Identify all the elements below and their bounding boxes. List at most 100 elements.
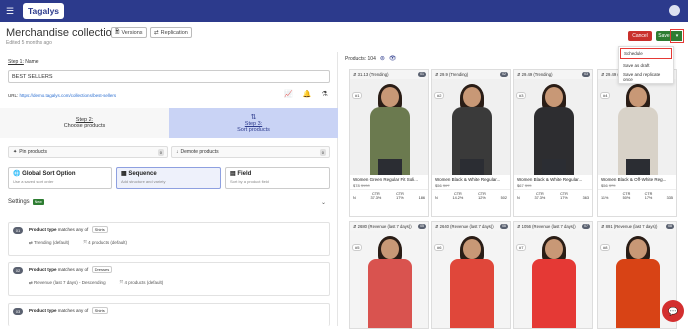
product-image: #6 bbox=[432, 231, 510, 328]
user-avatar-icon[interactable] bbox=[669, 5, 680, 16]
steps-tabs: Step 2: Choose products ⇅ Step 3: Sort prod… bbox=[0, 108, 338, 138]
preview-icon[interactable]: ⊚ bbox=[380, 55, 385, 62]
demote-count: 0 bbox=[319, 149, 326, 156]
url-actions: 📈 🔔 ⚗ bbox=[284, 90, 328, 98]
globe-icon: 🌐 bbox=[13, 171, 21, 177]
demote-icon: ↓ bbox=[176, 149, 179, 155]
product-stats: N CTR 37.3% CTR 17% 186 bbox=[350, 189, 428, 202]
product-name: Women Black & White Regular... bbox=[435, 177, 501, 182]
product-stats: 11% CTR 50% CTR 17% 335 bbox=[598, 189, 676, 202]
field-icon: ▤ bbox=[230, 171, 236, 177]
edited-timestamp: Edited 5 months ago bbox=[6, 40, 52, 46]
pin-icon: ✦ bbox=[13, 149, 18, 155]
product-score: ⇵ 2680 (Revenue (last 7 days)) 05 bbox=[350, 222, 428, 231]
versions-button[interactable]: 🗎 Versions bbox=[111, 27, 147, 38]
demote-products-button[interactable]: ↓ Demote products 0 bbox=[171, 146, 330, 158]
chat-support-icon[interactable]: 💬 bbox=[662, 300, 684, 322]
chevron-down-icon[interactable]: ⌄ bbox=[321, 199, 326, 206]
product-position-badge: 01 bbox=[418, 71, 426, 77]
rank-badge: #7 bbox=[516, 244, 527, 251]
product-position-badge: 05 bbox=[418, 223, 426, 229]
save-options-dropdown-button[interactable]: ▾ bbox=[670, 29, 684, 43]
menu-item-save-as-draft[interactable]: Save as draft bbox=[619, 60, 673, 71]
option-global-sort[interactable]: 🌐 Global Sort Option Use a saved sort ord… bbox=[8, 167, 112, 189]
settings-section-header[interactable]: Settings New ⌄ bbox=[8, 199, 330, 206]
product-position-badge: 07 bbox=[582, 223, 590, 229]
product-stats: N CTR 14.2% CTR 12% 502 bbox=[432, 189, 510, 202]
product-image: #5 bbox=[350, 231, 428, 328]
rank-badge: #1 bbox=[352, 92, 363, 99]
tab-choose-products[interactable]: Step 2: Choose products bbox=[0, 108, 169, 138]
option-sequence[interactable]: ▦ Sequence Add structure and variety bbox=[116, 167, 221, 189]
step1-label: Step 1: Name bbox=[8, 59, 39, 65]
product-score: ⇵ 31.13 (Trending) 01 bbox=[350, 70, 428, 79]
product-position-badge: 06 bbox=[500, 223, 508, 229]
versions-icon: 🗎 bbox=[115, 29, 120, 35]
product-card[interactable]: ⇵ 1056 (Revenue (last 7 days)) 07 #7 bbox=[513, 221, 593, 329]
product-image: #3 bbox=[514, 79, 592, 175]
rank-badge: #3 bbox=[516, 92, 527, 99]
replication-button[interactable]: ⇄ Replication bbox=[150, 27, 192, 38]
save-options-menu: Schedule Save as draft Save and replicat… bbox=[618, 46, 674, 84]
product-position-badge: 02 bbox=[500, 71, 508, 77]
tagalys-logo[interactable]: Tagalys bbox=[23, 3, 65, 19]
notification-icon[interactable]: 🔔 bbox=[303, 90, 312, 98]
page-title: Merchandise collection bbox=[6, 27, 118, 39]
sequence-rule[interactable]: 02 Product type matches any of Dresses ⇄… bbox=[8, 262, 330, 296]
products-header: Products: 104 ⊚ 👁 bbox=[345, 55, 397, 63]
product-image: #2 bbox=[432, 79, 510, 175]
product-position-badge: 08 bbox=[666, 223, 674, 229]
lab-icon[interactable]: ⚗ bbox=[321, 90, 327, 98]
product-card[interactable]: ⇵ 29.9 (Trending) 02 #2 Women Black & Whi… bbox=[431, 69, 511, 217]
collection-url-link[interactable]: https://demo.tagalys.com/collections/bes… bbox=[20, 93, 117, 98]
save-button[interactable]: Save bbox=[656, 31, 672, 41]
product-score: ⇵ 1056 (Revenue (last 7 days)) 07 bbox=[514, 222, 592, 231]
sequence-icon: ▦ bbox=[121, 171, 127, 177]
product-card[interactable]: ⇵ 29.49 (Trending)04 #4 Women Black & Of… bbox=[597, 69, 677, 217]
rank-badge: #8 bbox=[600, 244, 611, 251]
sequence-rule[interactable]: 01 Product type matches any of Shirts ⇄ … bbox=[8, 222, 330, 256]
product-score: ⇵ 891 (Revenue (last 7 days)) 08 bbox=[598, 222, 676, 231]
pin-products-button[interactable]: ✦ Pin products 0 bbox=[8, 146, 168, 158]
rank-badge: #2 bbox=[434, 92, 445, 99]
option-field[interactable]: ▤ Field Sort by a product field bbox=[225, 167, 330, 189]
tab-sort-products[interactable]: ⇅ Step 3: Sort products bbox=[169, 108, 338, 138]
sort-icon: ⇅ bbox=[250, 114, 257, 121]
collection-name-input[interactable]: BEST SELLERS bbox=[8, 70, 330, 83]
replication-icon: ⇄ bbox=[154, 29, 159, 36]
product-image: #4 bbox=[598, 79, 676, 175]
topbar-icons bbox=[669, 5, 680, 16]
rank-badge: #5 bbox=[352, 244, 363, 251]
product-card[interactable]: ⇵ 2640 (Revenue (last 7 days)) 06 #6 bbox=[431, 221, 511, 329]
page-header: Merchandise collection Edited 5 months a… bbox=[0, 22, 688, 52]
product-score: ⇵ 29.9 (Trending) 02 bbox=[432, 70, 510, 79]
product-card[interactable]: ⇵ 2680 (Revenue (last 7 days)) 05 #5 bbox=[349, 221, 429, 329]
product-price: $67 $95 bbox=[517, 183, 532, 188]
collection-url: URL: https://demo.tagalys.com/collection… bbox=[8, 93, 117, 98]
eye-icon[interactable]: 👁 bbox=[389, 55, 397, 62]
pin-count: 0 bbox=[157, 149, 164, 156]
menu-item-schedule[interactable]: Schedule bbox=[620, 48, 672, 59]
product-name: Women Black & Off-White Reg... bbox=[601, 177, 667, 182]
rank-badge: #4 bbox=[600, 92, 611, 99]
product-image: #7 bbox=[514, 231, 592, 328]
menu-item-save-replicate[interactable]: Save and replicate once bbox=[619, 71, 673, 82]
product-price: $56 $67 bbox=[435, 183, 450, 188]
top-navbar: ☰ Tagalys bbox=[0, 0, 688, 22]
menu-icon[interactable]: ☰ bbox=[6, 6, 18, 17]
product-card[interactable]: ⇵ 31.13 (Trending) 01 #1 Women Green Regu… bbox=[349, 69, 429, 217]
product-card[interactable]: ⇵ 29.49 (Trending) 03 #3 Women Black & Wh… bbox=[513, 69, 593, 217]
product-name: Women Green Regular Fit Soli... bbox=[353, 177, 418, 182]
analytics-icon[interactable]: 📈 bbox=[284, 90, 293, 98]
product-score: ⇵ 29.49 (Trending) 03 bbox=[514, 70, 592, 79]
product-score: ⇵ 2640 (Revenue (last 7 days)) 06 bbox=[432, 222, 510, 231]
cancel-button[interactable]: Cancel bbox=[628, 31, 652, 41]
product-price: $56 $75 bbox=[601, 183, 616, 188]
product-stats: N CTR 37.3% CTR 17% 363 bbox=[514, 189, 592, 202]
product-name: Women Black & White Regular... bbox=[517, 177, 583, 182]
product-position-badge: 03 bbox=[582, 71, 590, 77]
rank-badge: #6 bbox=[434, 244, 445, 251]
sequence-rule[interactable]: 03 Product type matches any of Shirts bbox=[8, 303, 330, 326]
new-badge: New bbox=[32, 199, 44, 205]
product-image: #1 bbox=[350, 79, 428, 175]
